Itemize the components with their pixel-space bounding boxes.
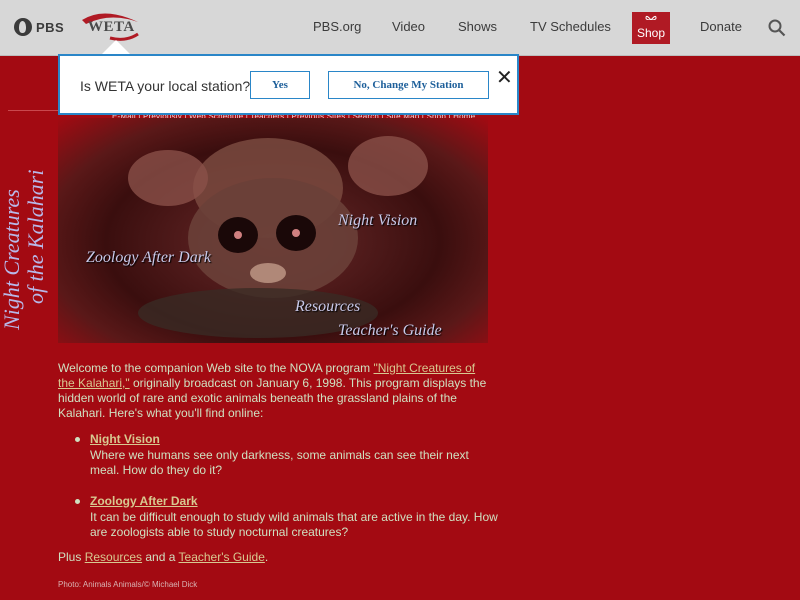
bushbaby-photo <box>128 136 428 338</box>
pbs-head-icon <box>14 18 32 36</box>
nav-shows[interactable]: Shows <box>458 19 497 34</box>
vertical-site-title: Night Creatures of the Kalahari <box>0 170 48 340</box>
hero-link-zoology[interactable]: Zoology After Dark <box>86 249 211 267</box>
night-vision-description: Where we humans see only darkness, some … <box>90 448 469 477</box>
plus-suffix: . <box>264 550 269 564</box>
weta-logo-text: WETA <box>88 19 135 35</box>
popup-question: Is WETA your local station? <box>80 78 251 94</box>
nav-pbs-org[interactable]: PBS.org <box>313 19 361 34</box>
night-vision-link[interactable]: Night Vision <box>90 432 498 447</box>
nav-donate[interactable]: Donate <box>700 19 742 34</box>
divider-line <box>8 110 58 111</box>
pbs-logo-text: PBS <box>36 19 65 35</box>
hero-link-night-vision[interactable]: Night Vision <box>338 212 417 230</box>
search-icon[interactable] <box>768 19 786 37</box>
vertical-title-line-1: Night Creatures <box>0 189 24 330</box>
intro-text-before: Welcome to the companion Web site to the… <box>58 361 374 375</box>
shop-button[interactable]: Shop <box>632 12 670 44</box>
gift-icon <box>645 15 657 20</box>
plus-prefix: Plus <box>58 550 85 564</box>
intro-paragraph: Welcome to the companion Web site to the… <box>58 361 488 421</box>
hero-link-teachers-guide[interactable]: Teacher's Guide <box>338 322 442 340</box>
bullet-icon <box>75 437 80 442</box>
photo-credit: Photo: Animals Animals/© Michael Dick <box>58 580 198 589</box>
nav-tv-schedules[interactable]: TV Schedules <box>530 19 611 34</box>
teachers-guide-link[interactable]: Teacher's Guide <box>179 550 265 564</box>
vertical-title-line-2: of the Kalahari <box>23 169 48 304</box>
hero-link-resources[interactable]: Resources <box>295 298 360 316</box>
zoology-description: It can be difficult enough to study wild… <box>90 510 498 539</box>
nav-video[interactable]: Video <box>392 19 425 34</box>
hero-image-map: Night Vision Zoology After Dark Resource… <box>58 118 488 343</box>
list-item: Zoology After Dark It can be difficult e… <box>58 494 498 540</box>
popup-caret <box>102 40 130 54</box>
feature-list: Night Vision Where we humans see only da… <box>58 432 498 556</box>
plus-middle: and a <box>142 550 179 564</box>
shop-label: Shop <box>636 26 666 40</box>
yes-button[interactable]: Yes <box>250 71 310 99</box>
list-item: Night Vision Where we humans see only da… <box>58 432 498 478</box>
close-icon[interactable]: ✕ <box>496 68 513 88</box>
bullet-icon <box>75 499 80 504</box>
weta-logo[interactable]: WETA <box>80 8 142 44</box>
local-station-popup: Is WETA your local station? Yes No, Chan… <box>58 40 519 115</box>
resources-link[interactable]: Resources <box>85 550 142 564</box>
change-station-button[interactable]: No, Change My Station <box>328 71 489 99</box>
zoology-after-dark-link[interactable]: Zoology After Dark <box>90 494 498 509</box>
pbs-logo[interactable]: PBS <box>14 17 64 37</box>
plus-line: Plus Resources and a Teacher's Guide. <box>58 550 268 564</box>
